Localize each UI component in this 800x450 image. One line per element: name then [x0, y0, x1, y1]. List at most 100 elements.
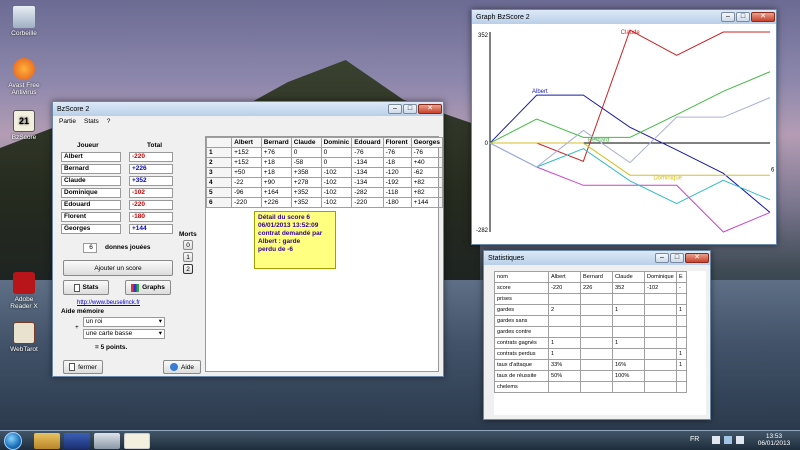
- score-cell[interactable]: -58: [290, 157, 322, 168]
- score-cell[interactable]: -180: [382, 197, 412, 208]
- score-cell[interactable]: -118: [382, 187, 412, 198]
- memo-select-2[interactable]: une carte basse ▾: [83, 329, 165, 339]
- column-header[interactable]: Bernard: [260, 137, 292, 148]
- language-indicator[interactable]: FR: [690, 436, 699, 443]
- column-header[interactable]: Edouard: [351, 137, 384, 148]
- menu-stats[interactable]: Stats: [84, 118, 99, 125]
- score-cell[interactable]: +352: [290, 187, 322, 198]
- bzscore-titlebar[interactable]: BzScore 2 – □ ✕: [53, 102, 443, 116]
- minimize-button[interactable]: –: [721, 12, 735, 22]
- minimize-button[interactable]: –: [388, 104, 402, 114]
- score-cell[interactable]: -102: [320, 167, 353, 178]
- help-button[interactable]: Aide: [163, 360, 201, 374]
- score-cell[interactable]: -18: [382, 157, 412, 168]
- table-row[interactable]: 1 +152 +76 0 0 -76 -76 -76: [205, 147, 444, 158]
- desktop-icon-adobe-reader[interactable]: Adobe Reader X: [4, 272, 44, 310]
- volume-icon[interactable]: [736, 436, 744, 444]
- table-row[interactable]: 4 -22 +90 +278 -102 -134 -192 +82: [205, 177, 444, 188]
- score-cell[interactable]: -120: [382, 167, 412, 178]
- score-cell[interactable]: +164: [260, 187, 292, 198]
- network-icon[interactable]: [724, 436, 732, 444]
- explorer-taskbar-icon[interactable]: [34, 433, 60, 449]
- maximize-button[interactable]: □: [403, 104, 417, 114]
- score-cell[interactable]: +76: [260, 147, 292, 158]
- bzscore-taskbar-icon[interactable]: [124, 433, 150, 449]
- graph-titlebar[interactable]: Graph BzScore 2 – □ ✕: [472, 10, 776, 24]
- table-row[interactable]: 3 +50 +18 +358 -102 -134 -120 -62: [205, 167, 444, 178]
- score-cell[interactable]: -134: [351, 167, 384, 178]
- score-cell[interactable]: +352: [290, 197, 322, 208]
- column-header[interactable]: Claude: [290, 137, 322, 148]
- column-header[interactable]: Florent: [382, 137, 412, 148]
- score-cell[interactable]: +90: [260, 177, 292, 188]
- column-header[interactable]: Dominic: [320, 137, 353, 148]
- close-button[interactable]: ✕: [751, 12, 775, 22]
- clock[interactable]: 13:53 06/01/2013: [754, 433, 794, 447]
- maximize-button[interactable]: □: [736, 12, 750, 22]
- score-cell[interactable]: +144: [410, 197, 444, 208]
- stats-titlebar[interactable]: Statistiques – □ ✕: [484, 251, 710, 265]
- score-cell[interactable]: -102: [320, 187, 353, 198]
- score-cell[interactable]: -76: [410, 147, 444, 158]
- morts-0-button[interactable]: 0: [183, 240, 193, 250]
- score-cell[interactable]: +18: [260, 167, 292, 178]
- score-cell[interactable]: -220: [351, 197, 384, 208]
- desktop-icon-recycle-bin[interactable]: Corbeille: [4, 6, 44, 37]
- desktop-icon-bzscore[interactable]: 21 BzScore: [4, 110, 44, 141]
- score-cell[interactable]: -220: [231, 197, 262, 208]
- score-cell[interactable]: -134: [351, 157, 384, 168]
- score-cell[interactable]: -102: [320, 177, 353, 188]
- morts-2-button[interactable]: 2: [183, 264, 193, 274]
- score-cell[interactable]: 0: [320, 147, 353, 158]
- score-cell[interactable]: -282: [351, 187, 384, 198]
- media-player-taskbar-icon[interactable]: [64, 433, 90, 449]
- minimize-button[interactable]: –: [655, 253, 669, 263]
- score-cell[interactable]: 0: [320, 157, 353, 168]
- desktop-icon-avast[interactable]: Avast Free Antivirus: [4, 58, 44, 96]
- score-table[interactable]: Albert Bernard Claude Dominic Edouard Florent…: [205, 137, 444, 208]
- column-header[interactable]: Albert: [231, 137, 262, 148]
- add-score-button[interactable]: Ajouter un score: [63, 260, 173, 276]
- score-cell[interactable]: +152: [231, 157, 262, 168]
- score-cell[interactable]: -76: [382, 147, 412, 158]
- score-cell[interactable]: -96: [231, 187, 262, 198]
- score-cell[interactable]: +50: [231, 167, 262, 178]
- score-cell[interactable]: -62: [410, 167, 444, 178]
- column-header[interactable]: Georges: [410, 137, 444, 148]
- memo-select-1[interactable]: un roi ▾: [83, 317, 165, 327]
- column-header[interactable]: [205, 137, 233, 148]
- score-cell[interactable]: -134: [351, 177, 384, 188]
- desktop-icon-webtarot[interactable]: WebTarot: [4, 322, 44, 353]
- row-number[interactable]: 4: [205, 177, 233, 188]
- stats-button[interactable]: Stats: [63, 280, 109, 295]
- score-cell[interactable]: +358: [290, 167, 322, 178]
- score-cell[interactable]: +40: [410, 157, 444, 168]
- table-row[interactable]: 6 -220 +226 +352 -102 -220 -180 +144: [205, 197, 444, 208]
- row-number[interactable]: 6: [205, 197, 233, 208]
- score-cell[interactable]: -22: [231, 177, 262, 188]
- score-cell[interactable]: +82: [410, 177, 444, 188]
- score-cell[interactable]: +82: [410, 187, 444, 198]
- score-cell[interactable]: -102: [320, 197, 353, 208]
- website-link[interactable]: http://www.beuselinck.fr: [77, 300, 140, 306]
- score-cell[interactable]: -192: [382, 177, 412, 188]
- row-number[interactable]: 3: [205, 167, 233, 178]
- row-number[interactable]: 5: [205, 187, 233, 198]
- menu-help[interactable]: ?: [107, 118, 111, 125]
- score-cell[interactable]: +18: [260, 157, 292, 168]
- close-button[interactable]: ✕: [685, 253, 709, 263]
- score-cell[interactable]: -76: [351, 147, 384, 158]
- table-row[interactable]: 2 +152 +18 -58 0 -134 -18 +40: [205, 157, 444, 168]
- graphs-button[interactable]: Graphs: [125, 280, 171, 295]
- flag-icon[interactable]: [712, 436, 720, 444]
- score-cell[interactable]: +152: [231, 147, 262, 158]
- start-button[interactable]: [4, 432, 22, 450]
- stats-table[interactable]: nom Albert Bernard Claude Dominique Escore -22…: [494, 271, 687, 393]
- table-row[interactable]: 5 -96 +164 +352 -102 -282 -118 +82: [205, 187, 444, 198]
- row-number[interactable]: 1: [205, 147, 233, 158]
- row-number[interactable]: 2: [205, 157, 233, 168]
- menu-partie[interactable]: Partie: [59, 118, 76, 125]
- close-button[interactable]: ✕: [418, 104, 442, 114]
- score-cell[interactable]: 0: [290, 147, 322, 158]
- score-cell[interactable]: +278: [290, 177, 322, 188]
